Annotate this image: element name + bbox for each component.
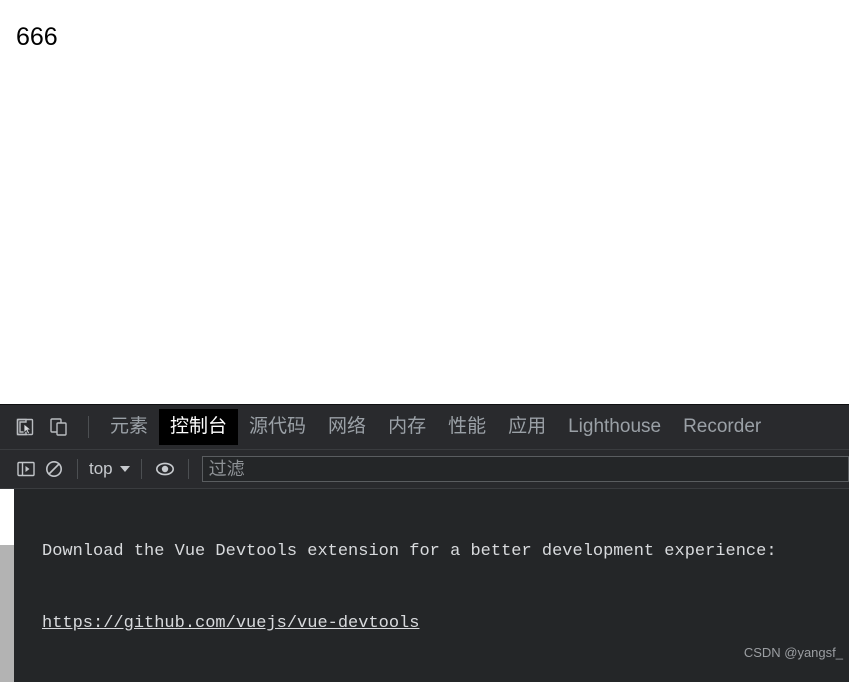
tab-memory[interactable]: 内存 — [377, 409, 437, 445]
console-toolbar-divider-3 — [187, 459, 189, 479]
execution-context-value: top — [89, 459, 113, 478]
chevron-down-icon — [119, 466, 130, 472]
console-message-line: Download the Vue Devtools extension for … — [42, 542, 777, 561]
console-toolbar: top — [0, 450, 849, 489]
tabbar-divider — [88, 416, 89, 438]
execution-context-select[interactable]: top — [87, 459, 132, 479]
tab-lighthouse[interactable]: Lighthouse — [557, 409, 672, 445]
tab-application[interactable]: 应用 — [497, 409, 557, 445]
live-expression-icon[interactable] — [151, 456, 179, 482]
clear-console-icon[interactable] — [40, 456, 68, 482]
tab-recorder[interactable]: Recorder — [672, 409, 772, 445]
tab-sources[interactable]: 源代码 — [238, 409, 317, 445]
page-content-text: 666 — [16, 23, 58, 51]
page-viewport: 666 — [0, 0, 849, 404]
console-message-link[interactable]: https://github.com/vuejs/vue-devtools — [42, 612, 849, 636]
console-message-vue-devtools: Download the Vue Devtools extension for … — [0, 489, 849, 682]
inspect-element-icon[interactable] — [10, 412, 40, 442]
devtools-panel: 元素 控制台 源代码 网络 内存 性能 应用 Lighthouse Record… — [0, 404, 849, 682]
device-toolbar-icon[interactable] — [44, 412, 74, 442]
console-scrollbar[interactable] — [0, 489, 14, 682]
console-toolbar-divider-2 — [140, 459, 142, 479]
console-toolbar-divider-1 — [77, 459, 78, 479]
devtools-tabbar: 元素 控制台 源代码 网络 内存 性能 应用 Lighthouse Record… — [0, 405, 849, 450]
console-filter-input[interactable] — [201, 456, 849, 482]
tab-console[interactable]: 控制台 — [159, 409, 239, 445]
tab-performance[interactable]: 性能 — [437, 409, 497, 445]
console-sidebar-icon[interactable] — [12, 456, 40, 482]
console-scrollbar-thumb[interactable] — [0, 489, 14, 545]
tab-network[interactable]: 网络 — [317, 409, 377, 445]
tab-elements[interactable]: 元素 — [99, 409, 159, 445]
console-message-list: Download the Vue Devtools extension for … — [0, 489, 849, 682]
